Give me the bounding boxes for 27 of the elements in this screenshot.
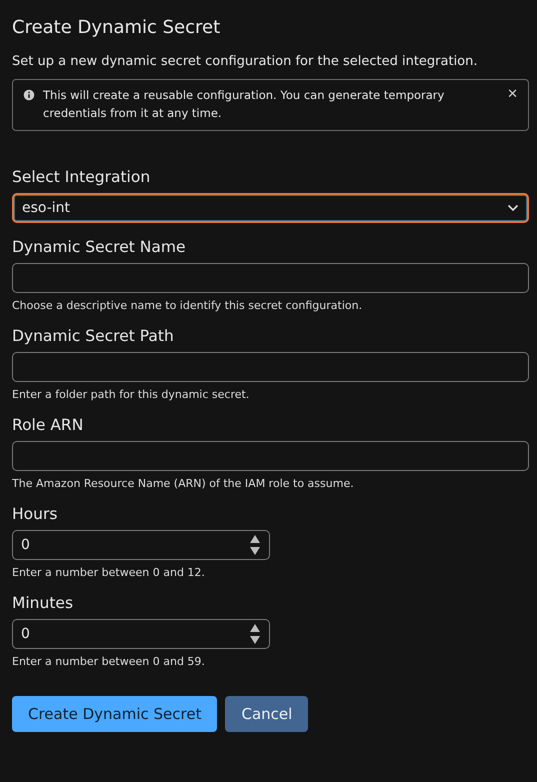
description: Set up a new dynamic secret configuration for the selected integration. bbox=[12, 54, 479, 69]
number-input[interactable]: 0 bbox=[12, 619, 270, 649]
field-label: Minutes bbox=[12, 593, 74, 613]
dialog-title: Create Dynamic Secret bbox=[12, 16, 222, 40]
help-text: Enter a folder path for this dynamic secret. bbox=[12, 388, 250, 401]
help-text: Choose a descriptive name to identify this secret configuration. bbox=[12, 299, 364, 312]
help-text: Enter a number between 0 and 12. bbox=[12, 566, 206, 579]
help-text: Enter a number between 0 and 59. bbox=[12, 655, 206, 668]
chevron-down-icon bbox=[507, 204, 519, 212]
create-button[interactable]: Create Dynamic Secret bbox=[12, 696, 218, 732]
field-label: Dynamic Secret Path bbox=[12, 326, 175, 346]
alert-message: This will create a reusable configuration. You can generate temporary credentials from it at any time. bbox=[43, 87, 446, 122]
field-label: Hours bbox=[12, 504, 58, 524]
close-button[interactable]: ✕ bbox=[507, 87, 518, 102]
field-label: Select Integration bbox=[12, 167, 152, 187]
text-input[interactable] bbox=[12, 263, 529, 293]
spinner-icon[interactable] bbox=[249, 534, 261, 556]
cancel-button[interactable]: Cancel bbox=[225, 696, 308, 732]
number-input[interactable]: 0 bbox=[12, 530, 270, 560]
field-label: Dynamic Secret Name bbox=[12, 237, 186, 257]
select-field[interactable]: eso-int bbox=[12, 193, 529, 223]
info-icon bbox=[23, 89, 35, 101]
field-label: Role ARN bbox=[12, 415, 84, 435]
text-input[interactable] bbox=[12, 441, 529, 471]
spinner-icon[interactable] bbox=[249, 623, 261, 645]
help-text: The Amazon Resource Name (ARN) of the IAM role to assume. bbox=[12, 477, 355, 490]
text-input[interactable] bbox=[12, 352, 529, 382]
